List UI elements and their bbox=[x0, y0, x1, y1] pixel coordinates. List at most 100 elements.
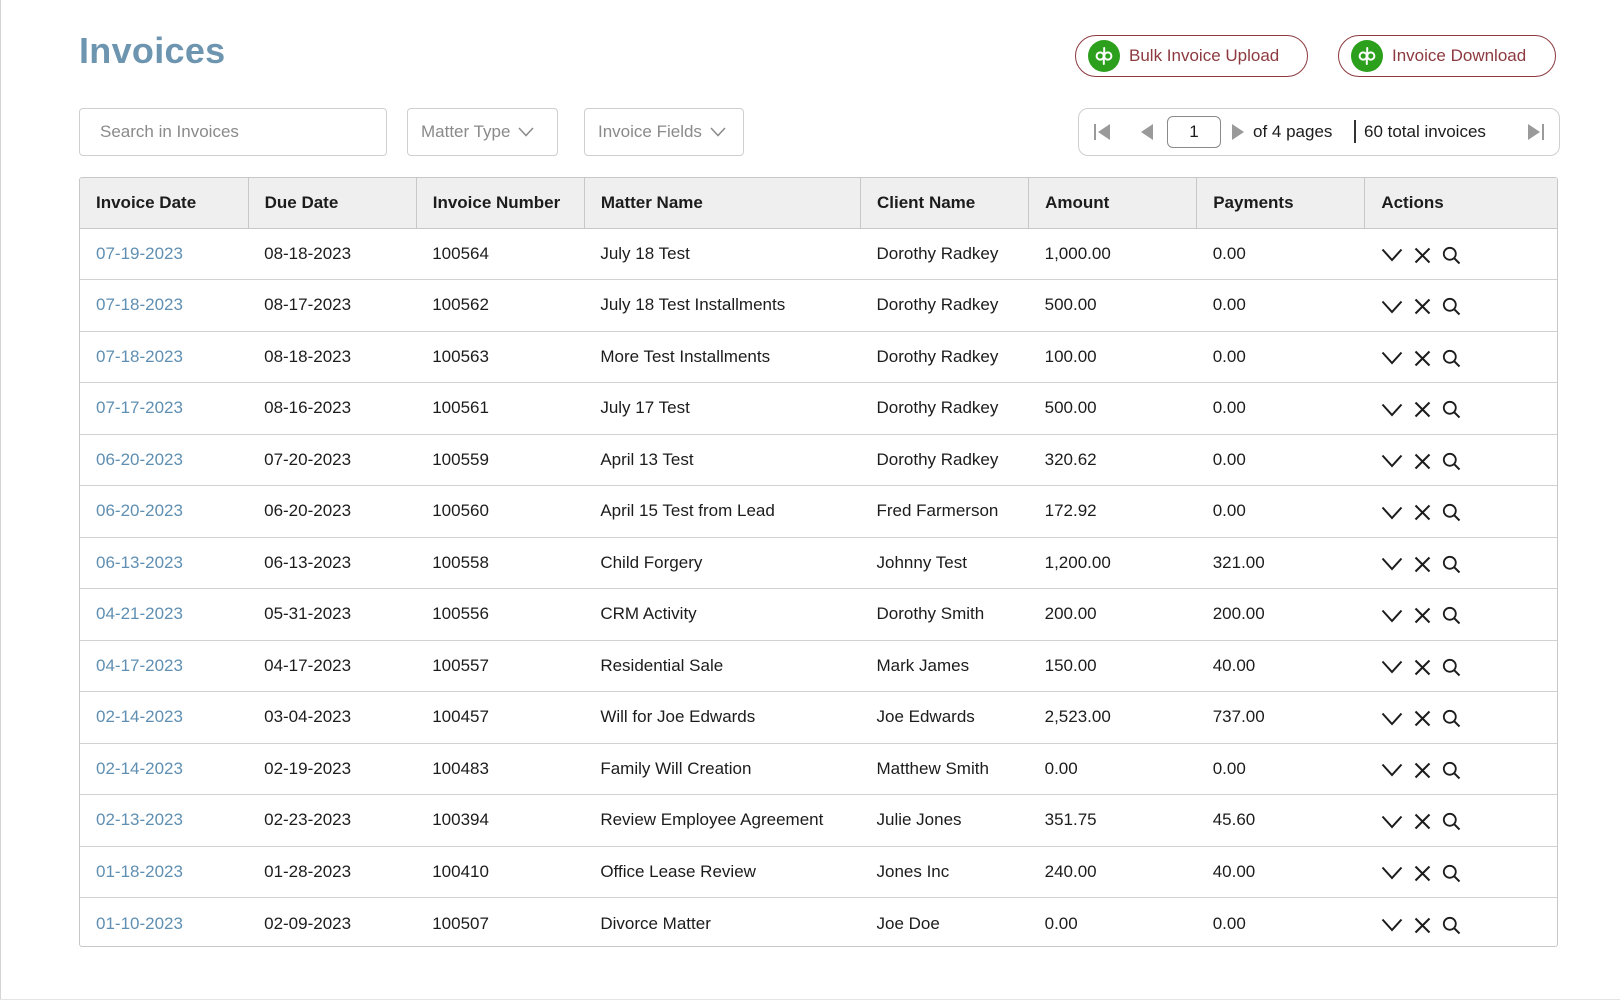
matter-name-cell: Child Forgery bbox=[584, 537, 861, 589]
invoice-date-cell[interactable]: 06-13-2023 bbox=[80, 537, 249, 589]
search-icon[interactable] bbox=[1442, 452, 1461, 471]
table-row[interactable]: 06-20-2023 06-20-2023 100560 April 15 Test … bbox=[80, 485, 1557, 538]
search-icon[interactable] bbox=[1442, 400, 1461, 419]
invoice-date-cell[interactable]: 01-10-2023 bbox=[80, 898, 248, 947]
chevron-down-icon[interactable] bbox=[1381, 557, 1403, 571]
invoice-download-button[interactable]: Invoice Download bbox=[1338, 35, 1556, 77]
search-icon[interactable] bbox=[1442, 864, 1461, 883]
payments-cell: 0.00 bbox=[1196, 331, 1365, 383]
client-name-cell: Dorothy Radkey bbox=[860, 228, 1029, 280]
chevron-down-icon[interactable] bbox=[1381, 763, 1403, 777]
column-header-payments[interactable]: Payments bbox=[1196, 178, 1366, 229]
due-date-cell: 02-19-2023 bbox=[248, 743, 417, 795]
search-icon[interactable] bbox=[1442, 812, 1461, 831]
invoice-date-cell[interactable]: 07-18-2023 bbox=[80, 279, 249, 332]
invoice-date-cell[interactable]: 06-20-2023 bbox=[80, 434, 249, 486]
search-icon[interactable] bbox=[1442, 761, 1461, 780]
matter-type-dropdown[interactable]: Matter Type bbox=[407, 108, 558, 156]
column-header-invoice-date[interactable]: Invoice Date bbox=[80, 178, 249, 229]
row-actions bbox=[1381, 706, 1557, 728]
close-icon[interactable] bbox=[1414, 659, 1431, 676]
chevron-down-icon[interactable] bbox=[1381, 454, 1403, 468]
close-icon[interactable] bbox=[1414, 813, 1431, 830]
close-icon[interactable] bbox=[1414, 762, 1431, 779]
invoice-date-cell[interactable]: 07-18-2023 bbox=[80, 331, 249, 383]
chevron-down-icon[interactable] bbox=[1381, 815, 1403, 829]
search-icon[interactable] bbox=[1442, 246, 1461, 265]
column-header-due-date[interactable]: Due Date bbox=[248, 178, 417, 229]
table-row[interactable]: 06-20-2023 07-20-2023 100559 April 13 Test D… bbox=[80, 434, 1557, 486]
close-icon[interactable] bbox=[1414, 917, 1431, 934]
search-icon[interactable] bbox=[1442, 297, 1461, 316]
search-input[interactable] bbox=[79, 108, 387, 156]
table-row[interactable]: 02-13-2023 02-23-2023 100394 Review Employe… bbox=[80, 794, 1557, 847]
chevron-down-icon[interactable] bbox=[1381, 506, 1403, 520]
payments-cell: 45.60 bbox=[1196, 794, 1365, 847]
table-row[interactable]: 07-18-2023 08-18-2023 100563 More Test Inst… bbox=[80, 331, 1557, 383]
search-icon[interactable] bbox=[1442, 349, 1461, 368]
table-row[interactable]: 06-13-2023 06-13-2023 100558 Child Forgery J… bbox=[80, 537, 1557, 589]
invoice-date-cell[interactable]: 07-17-2023 bbox=[80, 382, 249, 435]
table-row[interactable]: 01-18-2023 01-28-2023 100410 Office Lease R… bbox=[80, 846, 1557, 898]
row-actions bbox=[1381, 655, 1557, 677]
last-page-icon[interactable] bbox=[1525, 123, 1545, 146]
table-row[interactable]: 02-14-2023 02-19-2023 100483 Family Will Cr… bbox=[80, 743, 1557, 795]
chevron-down-icon[interactable] bbox=[1381, 351, 1403, 365]
due-date-cell: 06-20-2023 bbox=[248, 485, 417, 538]
table-row[interactable]: 04-21-2023 05-31-2023 100556 CRM Activity Do… bbox=[80, 588, 1557, 641]
invoice-date-cell[interactable]: 07-19-2023 bbox=[80, 228, 249, 280]
invoice-date-cell[interactable]: 02-14-2023 bbox=[80, 691, 249, 744]
invoice-date-cell[interactable]: 06-20-2023 bbox=[80, 485, 249, 538]
table-row[interactable]: 01-10-2023 02-09-2023 100507 Divorce Matter… bbox=[80, 898, 1557, 947]
invoice-date-cell[interactable]: 01-18-2023 bbox=[80, 846, 249, 898]
invoice-date-cell[interactable]: 02-14-2023 bbox=[80, 743, 249, 795]
chevron-down-icon[interactable] bbox=[1381, 300, 1403, 314]
column-header-invoice-number[interactable]: Invoice Number bbox=[416, 178, 585, 229]
search-icon[interactable] bbox=[1442, 606, 1461, 625]
close-icon[interactable] bbox=[1414, 865, 1431, 882]
table-row[interactable]: 07-18-2023 08-17-2023 100562 July 18 Test I… bbox=[80, 279, 1557, 332]
table-row[interactable]: 04-17-2023 04-17-2023 100557 Residential Sa… bbox=[80, 640, 1557, 692]
column-header-actions: Actions bbox=[1364, 178, 1557, 229]
previous-page-icon[interactable] bbox=[1140, 123, 1154, 146]
column-header-amount[interactable]: Amount bbox=[1028, 178, 1198, 229]
client-name-cell: Johnny Test bbox=[860, 537, 1029, 589]
column-header-client-name[interactable]: Client Name bbox=[860, 178, 1030, 229]
client-name-cell: Julie Jones bbox=[860, 794, 1029, 847]
close-icon[interactable] bbox=[1414, 556, 1431, 573]
table-row[interactable]: 07-19-2023 08-18-2023 100564 July 18 Test Do… bbox=[80, 228, 1557, 280]
search-icon[interactable] bbox=[1442, 503, 1461, 522]
actions-cell bbox=[1364, 485, 1557, 538]
chevron-down-icon[interactable] bbox=[1381, 248, 1403, 262]
invoice-date-cell[interactable]: 04-17-2023 bbox=[80, 640, 249, 692]
chevron-down-icon[interactable] bbox=[1381, 866, 1403, 880]
close-icon[interactable] bbox=[1414, 247, 1431, 264]
bulk-invoice-upload-button[interactable]: Bulk Invoice Upload bbox=[1075, 35, 1308, 77]
invoice-fields-dropdown[interactable]: Invoice Fields bbox=[584, 108, 744, 156]
invoice-number-cell: 100564 bbox=[416, 228, 585, 280]
invoice-date-cell[interactable]: 04-21-2023 bbox=[80, 588, 249, 641]
close-icon[interactable] bbox=[1414, 350, 1431, 367]
search-icon[interactable] bbox=[1442, 555, 1461, 574]
next-page-icon[interactable] bbox=[1231, 123, 1245, 146]
column-header-matter-name[interactable]: Matter Name bbox=[584, 178, 862, 229]
table-row[interactable]: 07-17-2023 08-16-2023 100561 July 17 Test Do… bbox=[80, 382, 1557, 435]
close-icon[interactable] bbox=[1414, 401, 1431, 418]
chevron-down-icon[interactable] bbox=[1381, 918, 1403, 932]
close-icon[interactable] bbox=[1414, 710, 1431, 727]
table-row[interactable]: 02-14-2023 03-04-2023 100457 Will for Joe E… bbox=[80, 691, 1557, 744]
search-icon[interactable] bbox=[1442, 916, 1461, 935]
page-number-input[interactable] bbox=[1167, 116, 1221, 148]
close-icon[interactable] bbox=[1414, 504, 1431, 521]
chevron-down-icon[interactable] bbox=[1381, 403, 1403, 417]
search-icon[interactable] bbox=[1442, 709, 1461, 728]
first-page-icon[interactable] bbox=[1093, 123, 1113, 146]
search-icon[interactable] bbox=[1442, 658, 1461, 677]
invoice-date-cell[interactable]: 02-13-2023 bbox=[80, 794, 249, 847]
close-icon[interactable] bbox=[1414, 607, 1431, 624]
close-icon[interactable] bbox=[1414, 453, 1431, 470]
chevron-down-icon[interactable] bbox=[1381, 609, 1403, 623]
close-icon[interactable] bbox=[1414, 298, 1431, 315]
chevron-down-icon[interactable] bbox=[1381, 660, 1403, 674]
chevron-down-icon[interactable] bbox=[1381, 712, 1403, 726]
